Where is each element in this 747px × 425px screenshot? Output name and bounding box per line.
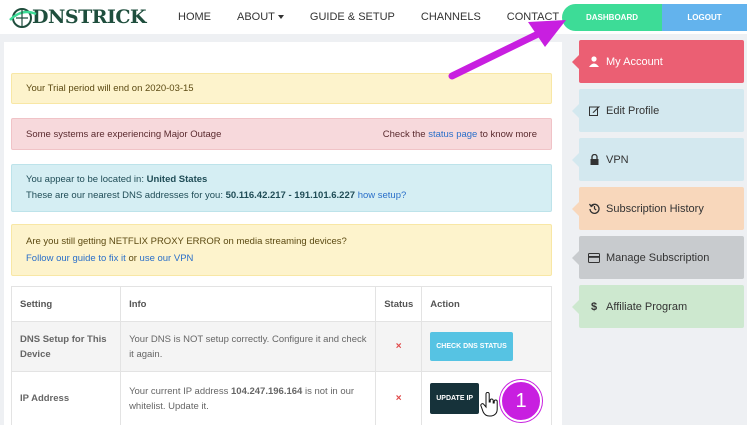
status-fail-icon: × (395, 393, 402, 404)
sidebar-item-label: Affiliate Program (606, 300, 688, 313)
how-setup-link[interactable]: how setup? (358, 190, 407, 201)
logo[interactable]: DNSTRICK (8, 2, 147, 32)
header-setting: Setting (10, 286, 122, 322)
settings-table: Setting Info Status Action DNS Setup for… (10, 286, 552, 425)
top-navbar: DNSTRICK HOME ABOUT GUIDE & SETUP CHANNE… (0, 0, 747, 34)
nav-guide-setup[interactable]: GUIDE & SETUP (310, 11, 395, 23)
sidebar-item-label: VPN (606, 153, 629, 166)
dns-addresses: 50.116.42.217 - 191.101.6.227 (225, 190, 356, 201)
table-row: DNS Setup for This Device Your DNS is NO… (10, 321, 552, 372)
netflix-text: Are you still getting NETFLIX PROXY ERRO… (26, 236, 347, 247)
lock-icon (588, 154, 600, 166)
status-fail-icon: × (395, 341, 402, 352)
netflix-or-text: or (128, 253, 137, 264)
history-icon (588, 203, 600, 215)
header-status: Status (375, 286, 423, 322)
logo-globe-icon (9, 8, 37, 28)
nav-contact[interactable]: CONTACT (507, 11, 559, 23)
step-number-badge: 1 (500, 380, 542, 422)
dns-label: These are our nearest DNS addresses for … (26, 190, 223, 201)
ip-info-pre: Your current IP address (129, 385, 229, 397)
ip-address-value: 104.247.196.164 (231, 385, 303, 397)
dashboard-button[interactable]: DASHBOARD (562, 4, 662, 31)
nav-about-label: ABOUT (237, 11, 275, 23)
location-line: You appear to be located in: United Stat… (26, 172, 537, 188)
setting-cell: DNS Setup for This Device (10, 321, 122, 372)
setting-cell: IP Address (10, 371, 122, 425)
sidebar-item-label: Manage Subscription (606, 251, 710, 264)
sidebar-item-subscription-history[interactable]: Subscription History (572, 187, 744, 230)
sidebar-item-label: Subscription History (606, 202, 704, 215)
table-header-row: Setting Info Status Action (10, 286, 552, 322)
update-ip-button[interactable]: UPDATE IP (430, 383, 480, 414)
sidebar-item-label: Edit Profile (606, 104, 660, 117)
outage-text: Some systems are experiencing Major Outa… (26, 128, 222, 140)
trial-text: Your Trial period will end on 2020-03-15 (26, 83, 194, 94)
netflix-alert: Are you still getting NETFLIX PROXY ERRO… (11, 224, 552, 276)
sidebar-item-vpn[interactable]: VPN (572, 138, 744, 181)
table-row: IP Address Your current IP address 104.2… (10, 371, 552, 425)
outage-alert: Some systems are experiencing Major Outa… (11, 118, 552, 150)
sidebar-item-manage-subscription[interactable]: Manage Subscription (572, 236, 744, 279)
location-country: United States (146, 174, 208, 185)
netflix-links: Follow our guide to fix it or use our VP… (26, 250, 537, 267)
logo-text: DNSTRICK (32, 6, 147, 28)
sidebar-item-my-account[interactable]: My Account (572, 40, 744, 83)
user-icon (588, 56, 600, 68)
use-vpn-link[interactable]: use our VPN (140, 253, 194, 264)
sidebar-item-affiliate-program[interactable]: $ Affiliate Program (572, 285, 744, 328)
nav-home[interactable]: HOME (178, 11, 211, 23)
fix-guide-link[interactable]: Follow our guide to fix it (26, 253, 126, 264)
trial-alert: Your Trial period will end on 2020-03-15 (11, 73, 552, 104)
nav-menu: HOME ABOUT GUIDE & SETUP CHANNELS CONTAC… (178, 0, 585, 34)
hand-cursor-icon (480, 392, 498, 417)
sidebar-item-edit-profile[interactable]: Edit Profile (572, 89, 744, 132)
header-info: Info (120, 286, 377, 322)
header-action: Action (421, 286, 552, 322)
info-cell: Your DNS is NOT setup correctly. Configu… (120, 321, 377, 372)
info-cell: Your current IP address 104.247.196.164 … (120, 371, 377, 425)
outage-check-text: Check the (382, 128, 426, 140)
dns-line: These are our nearest DNS addresses for … (26, 188, 537, 204)
check-dns-status-button[interactable]: CHECK DNS STATUS (430, 332, 513, 361)
location-label: You appear to be located in: (26, 174, 144, 185)
caret-down-icon (277, 15, 284, 19)
nav-channels[interactable]: CHANNELS (421, 11, 481, 23)
dollar-icon: $ (590, 300, 598, 313)
location-alert: You appear to be located in: United Stat… (11, 164, 552, 212)
outage-status-info: Check the status page to know more (383, 129, 537, 140)
outage-know-more-text: to know more (479, 128, 537, 140)
edit-icon (588, 105, 600, 117)
logout-button[interactable]: LOGOUT (662, 4, 747, 31)
nav-about[interactable]: ABOUT (237, 11, 284, 23)
status-page-link[interactable]: status page (428, 129, 477, 140)
credit-card-icon (588, 252, 600, 264)
sidebar-item-label: My Account (606, 55, 663, 68)
